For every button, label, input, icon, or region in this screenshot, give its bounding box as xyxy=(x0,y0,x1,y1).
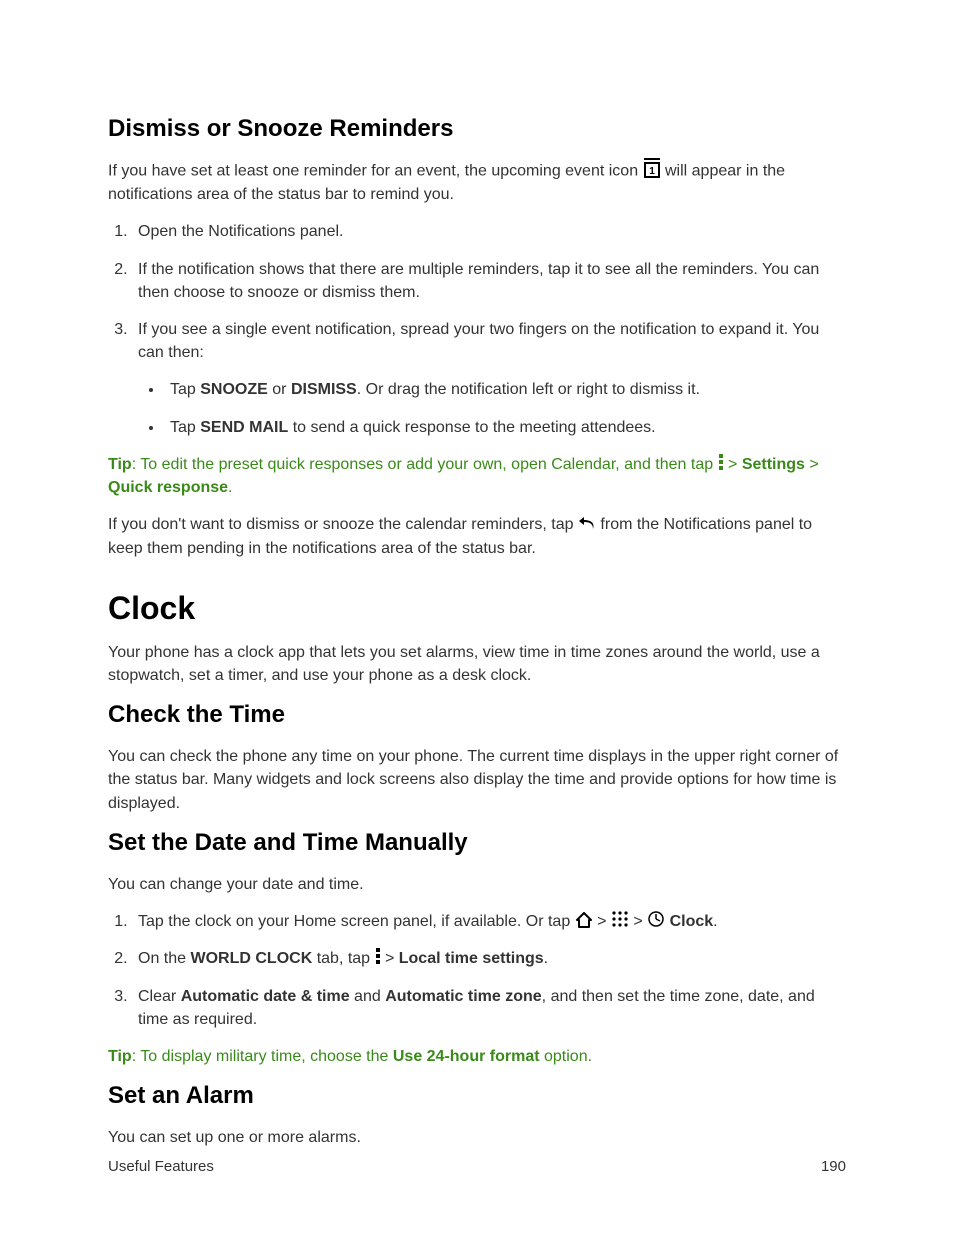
tip-label: Tip xyxy=(108,456,132,473)
paragraph: Your phone has a clock app that lets you… xyxy=(108,641,846,687)
list-item: Clear Automatic date & time and Automati… xyxy=(132,985,846,1031)
paragraph: You can set up one or more alarms. xyxy=(108,1126,846,1149)
apps-grid-icon xyxy=(611,909,629,932)
bold-label: Automatic time zone xyxy=(385,988,541,1005)
bold-label: Use 24-hour format xyxy=(393,1048,540,1065)
upcoming-event-icon: 1 xyxy=(643,158,661,182)
sub-list: Tap SNOOZE or DISMISS. Or drag the notif… xyxy=(138,378,846,438)
bold-label: Quick response xyxy=(108,479,228,496)
text-fragment: . Or drag the notification left or right… xyxy=(357,381,700,398)
bold-label: Clock xyxy=(670,913,714,930)
menu-dots-icon xyxy=(375,946,381,969)
bold-label: Local time settings xyxy=(399,950,544,967)
bold-label: SNOOZE xyxy=(200,381,268,398)
bold-label: SEND MAIL xyxy=(200,419,288,436)
clock-icon xyxy=(647,909,665,932)
list-item: Tap SNOOZE or DISMISS. Or drag the notif… xyxy=(164,378,846,401)
menu-dots-icon xyxy=(718,452,724,475)
text-fragment: or xyxy=(268,381,291,398)
text-fragment: > xyxy=(593,913,611,930)
list-item: On the WORLD CLOCK tab, tap > Local time… xyxy=(132,947,846,970)
paragraph: If you don't want to dismiss or snooze t… xyxy=(108,513,846,560)
document-page: Dismiss or Snooze Reminders If you have … xyxy=(0,0,954,1235)
heading-dismiss-snooze: Dismiss or Snooze Reminders xyxy=(108,115,846,143)
text-fragment: If you see a single event notification, … xyxy=(138,321,819,361)
text-fragment: Tap the clock on your Home screen panel,… xyxy=(138,913,575,930)
text-fragment: : To display military time, choose the xyxy=(132,1048,393,1065)
heading-clock: Clock xyxy=(108,590,846,627)
steps-list-1: Open the Notifications panel. If the not… xyxy=(108,220,846,438)
text-fragment: tab, tap xyxy=(312,950,374,967)
list-item: Open the Notifications panel. xyxy=(132,220,846,243)
text-fragment: option. xyxy=(540,1048,592,1065)
text-fragment: > xyxy=(805,456,819,473)
heading-check-time: Check the Time xyxy=(108,701,846,729)
back-icon xyxy=(578,512,596,535)
svg-text:1: 1 xyxy=(649,166,655,177)
text-fragment: > xyxy=(724,456,742,473)
text-fragment: If you don't want to dismiss or snooze t… xyxy=(108,516,578,533)
tip-label: Tip xyxy=(108,1048,132,1065)
text-fragment: and xyxy=(350,988,386,1005)
bold-label: DISMISS xyxy=(291,381,357,398)
home-icon xyxy=(575,909,593,932)
text-fragment: Tap xyxy=(170,419,200,436)
text-fragment: If you have set at least one reminder fo… xyxy=(108,162,643,179)
intro-paragraph: If you have set at least one reminder fo… xyxy=(108,159,846,206)
steps-list-2: Tap the clock on your Home screen panel,… xyxy=(108,910,846,1031)
bold-label: WORLD CLOCK xyxy=(190,950,312,967)
footer-section-name: Useful Features xyxy=(108,1158,214,1175)
tip-paragraph: Tip: To display military time, choose th… xyxy=(108,1045,846,1068)
list-item: If the notification shows that there are… xyxy=(132,258,846,304)
text-fragment: . xyxy=(713,913,717,930)
bold-label: Settings xyxy=(742,456,805,473)
page-footer: Useful Features 190 xyxy=(108,1158,846,1175)
text-fragment: Tap xyxy=(170,381,200,398)
text-fragment: > xyxy=(381,950,399,967)
text-fragment: : To edit the preset quick responses or … xyxy=(132,456,718,473)
text-fragment: > xyxy=(629,913,647,930)
page-number: 190 xyxy=(821,1158,846,1175)
list-item: If you see a single event notification, … xyxy=(132,318,846,439)
bold-label: Automatic date & time xyxy=(181,988,350,1005)
text-fragment: . xyxy=(228,479,232,496)
list-item: Tap SEND MAIL to send a quick response t… xyxy=(164,416,846,439)
text-fragment: Clear xyxy=(138,988,181,1005)
text-fragment: On the xyxy=(138,950,190,967)
paragraph: You can check the phone any time on your… xyxy=(108,745,846,815)
paragraph: You can change your date and time. xyxy=(108,873,846,896)
tip-paragraph: Tip: To edit the preset quick responses … xyxy=(108,453,846,500)
heading-set-alarm: Set an Alarm xyxy=(108,1082,846,1110)
text-fragment: . xyxy=(544,950,548,967)
text-fragment: to send a quick response to the meeting … xyxy=(288,419,655,436)
heading-set-date-time: Set the Date and Time Manually xyxy=(108,829,846,857)
list-item: Tap the clock on your Home screen panel,… xyxy=(132,910,846,933)
